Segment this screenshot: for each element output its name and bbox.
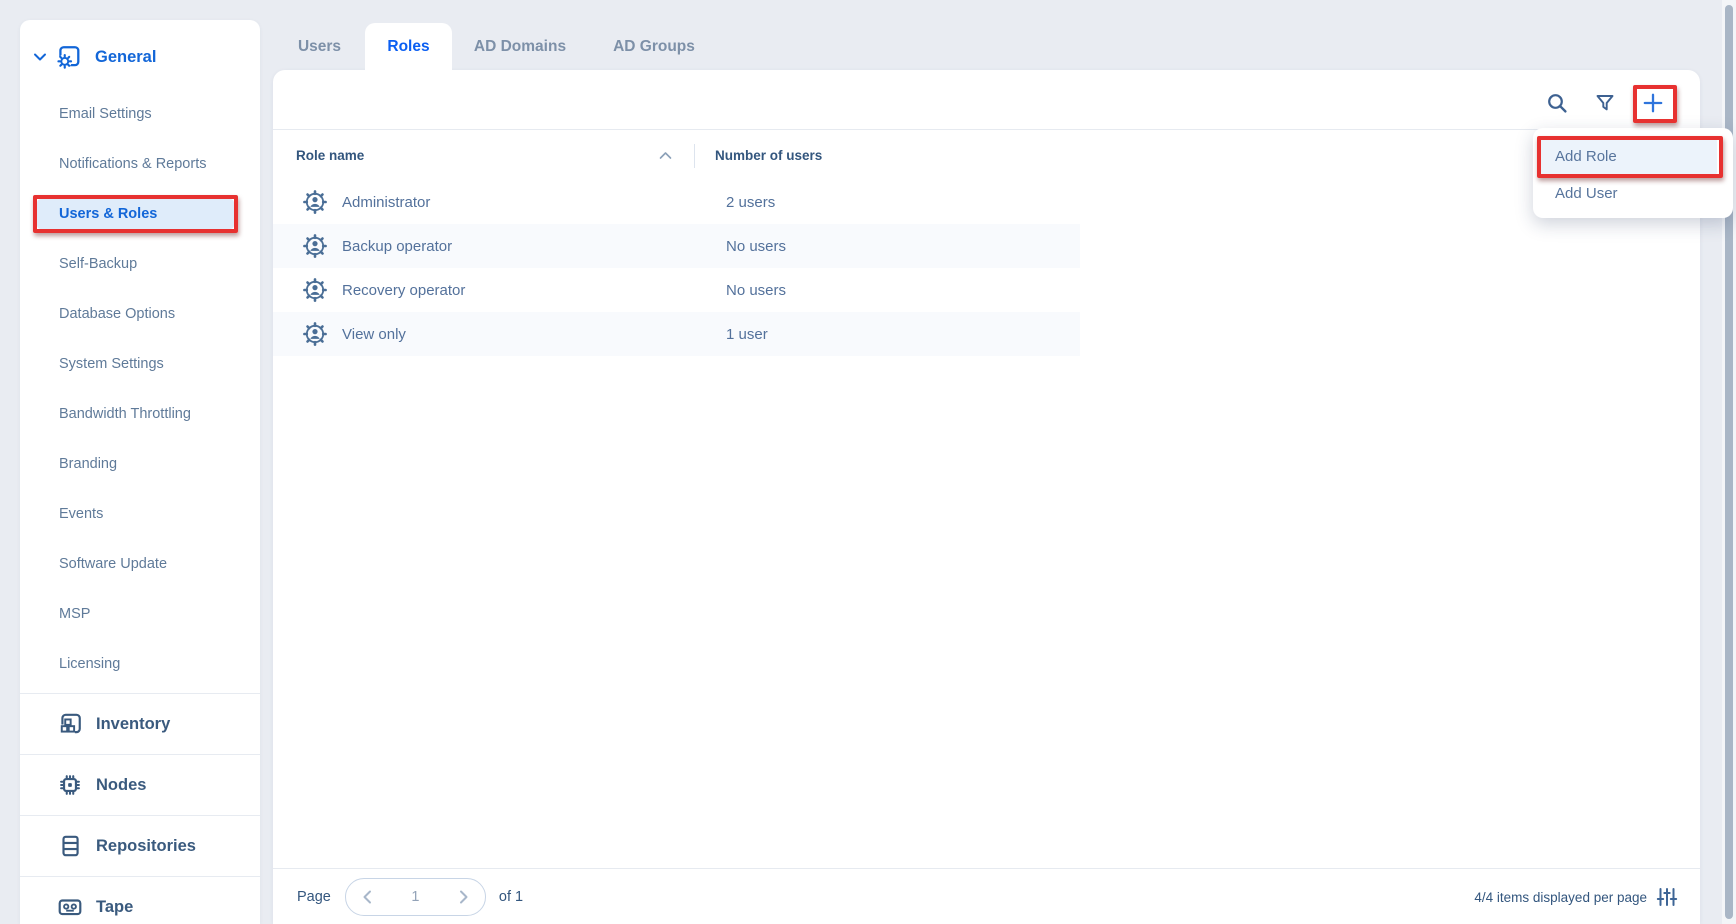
main-panel: Role name Number of users xyxy=(273,70,1700,924)
current-page-number[interactable]: 1 xyxy=(380,889,451,905)
tab-ad-groups[interactable]: AD Groups xyxy=(598,23,710,71)
menu-item-add-role[interactable]: Add Role xyxy=(1539,138,1717,175)
sidebar-item-label: System Settings xyxy=(59,356,164,372)
sidebar-item-label: MSP xyxy=(59,606,90,622)
general-window-gear-icon xyxy=(55,44,81,70)
page-label: Page xyxy=(297,889,331,905)
sidebar-item-email-settings[interactable]: Email Settings xyxy=(20,89,260,139)
sidebar-item-msp[interactable]: MSP xyxy=(20,589,260,639)
app-root: General Email Settings Notifications & R… xyxy=(0,0,1736,924)
items-per-page: 4/4 items displayed per page xyxy=(1474,869,1678,924)
sidebar-item-label: Software Update xyxy=(59,556,167,572)
sidebar-section-label: Nodes xyxy=(96,776,146,795)
sidebar-section-tape[interactable]: Tape xyxy=(20,876,260,924)
filter-icon[interactable] xyxy=(1593,91,1617,115)
sidebar-item-notifications-reports[interactable]: Notifications & Reports xyxy=(20,139,260,189)
page-next-icon[interactable] xyxy=(451,885,475,909)
search-icon[interactable] xyxy=(1545,91,1569,115)
tab-ad-domains[interactable]: AD Domains xyxy=(458,23,582,71)
sidebar-general-items: Email Settings Notifications & Reports U… xyxy=(20,89,260,689)
sidebar-item-label: Email Settings xyxy=(59,106,152,122)
role-users-cell: No users xyxy=(726,224,786,268)
sidebar-item-label: Notifications & Reports xyxy=(59,156,206,172)
sidebar-group-general-label: General xyxy=(95,48,156,67)
sidebar-item-branding[interactable]: Branding xyxy=(20,439,260,489)
column-header-label: Number of users xyxy=(715,148,822,163)
role-name-cell: View only xyxy=(342,312,406,356)
role-users-cell: 2 users xyxy=(726,180,775,224)
role-users-cell: No users xyxy=(726,268,786,312)
sidebar-sections: Inventory Nodes xyxy=(20,693,260,924)
table-row-recovery-operator[interactable]: Recovery operator No users xyxy=(273,268,1080,312)
sidebar-item-label: Licensing xyxy=(59,656,120,672)
items-per-page-label: 4/4 items displayed per page xyxy=(1474,890,1647,905)
pagination-bar: Page 1 of 1 4/4 items displayed per page xyxy=(273,868,1700,924)
sidebar-item-users-roles[interactable]: Users & Roles xyxy=(20,189,260,239)
sidebar-item-label: Branding xyxy=(59,456,117,472)
page-prev-icon[interactable] xyxy=(356,885,380,909)
toolbar xyxy=(1545,91,1665,115)
column-header-number-of-users[interactable]: Number of users xyxy=(715,130,822,181)
repositories-icon xyxy=(57,833,83,859)
menu-item-label: Add User xyxy=(1555,185,1618,202)
tab-roles[interactable]: Roles xyxy=(365,23,452,71)
role-gear-user-icon xyxy=(302,233,328,259)
sidebar-section-label: Repositories xyxy=(96,837,196,856)
chevron-down-icon xyxy=(32,49,48,65)
sidebar-section-repositories[interactable]: Repositories xyxy=(20,815,260,876)
tab-users[interactable]: Users xyxy=(283,23,356,71)
sidebar-item-database-options[interactable]: Database Options xyxy=(20,289,260,339)
sidebar-section-label: Tape xyxy=(96,898,133,917)
role-name-cell: Recovery operator xyxy=(342,268,465,312)
sidebar-section-label: Inventory xyxy=(96,715,170,734)
column-header-role-name[interactable]: Role name xyxy=(296,130,364,181)
role-gear-user-icon xyxy=(302,321,328,347)
tab-label: Roles xyxy=(387,38,429,56)
roles-table: Administrator 2 users xyxy=(273,180,1080,356)
sidebar-item-bandwidth-throttling[interactable]: Bandwidth Throttling xyxy=(20,389,260,439)
sidebar-section-nodes[interactable]: Nodes xyxy=(20,754,260,815)
table-row-backup-operator[interactable]: Backup operator No users xyxy=(273,224,1080,268)
sidebar-item-licensing[interactable]: Licensing xyxy=(20,639,260,689)
sidebar-item-label: Self-Backup xyxy=(59,256,137,272)
table-row-administrator[interactable]: Administrator 2 users xyxy=(273,180,1080,224)
sidebar-item-self-backup[interactable]: Self-Backup xyxy=(20,239,260,289)
page-control: 1 xyxy=(345,878,486,916)
tab-label: AD Groups xyxy=(613,38,695,56)
role-users-cell: 1 user xyxy=(726,312,768,356)
table-header: Role name Number of users xyxy=(273,129,1700,180)
tab-label: AD Domains xyxy=(474,38,566,56)
sidebar-item-software-update[interactable]: Software Update xyxy=(20,539,260,589)
sidebar-item-label: Events xyxy=(59,506,103,522)
role-gear-user-icon xyxy=(302,277,328,303)
column-divider xyxy=(694,144,695,168)
menu-item-label: Add Role xyxy=(1555,148,1617,165)
sidebar-item-label: Users & Roles xyxy=(59,206,157,222)
tape-icon xyxy=(57,894,83,920)
role-gear-user-icon xyxy=(302,189,328,215)
sidebar-section-inventory[interactable]: Inventory xyxy=(20,693,260,754)
add-dropdown-menu: Add Role Add User xyxy=(1533,128,1733,218)
sidebar: General Email Settings Notifications & R… xyxy=(20,20,260,924)
sidebar-item-label: Bandwidth Throttling xyxy=(59,406,191,422)
add-icon[interactable] xyxy=(1641,91,1665,115)
sidebar-item-label: Database Options xyxy=(59,306,175,322)
menu-item-add-user[interactable]: Add User xyxy=(1533,175,1733,212)
tab-label: Users xyxy=(298,38,341,56)
sidebar-item-system-settings[interactable]: System Settings xyxy=(20,339,260,389)
sort-asc-icon[interactable] xyxy=(659,151,672,160)
inventory-icon xyxy=(57,711,83,737)
role-name-cell: Backup operator xyxy=(342,224,452,268)
page-total-label: of 1 xyxy=(499,889,523,905)
table-row-view-only[interactable]: View only 1 user xyxy=(273,312,1080,356)
items-per-page-sliders-icon[interactable] xyxy=(1656,886,1678,908)
sidebar-group-general[interactable]: General xyxy=(32,36,252,78)
nodes-icon xyxy=(57,772,83,798)
pagination: Page 1 of 1 xyxy=(297,869,523,924)
sidebar-item-events[interactable]: Events xyxy=(20,489,260,539)
column-header-label: Role name xyxy=(296,148,364,163)
role-name-cell: Administrator xyxy=(342,180,430,224)
